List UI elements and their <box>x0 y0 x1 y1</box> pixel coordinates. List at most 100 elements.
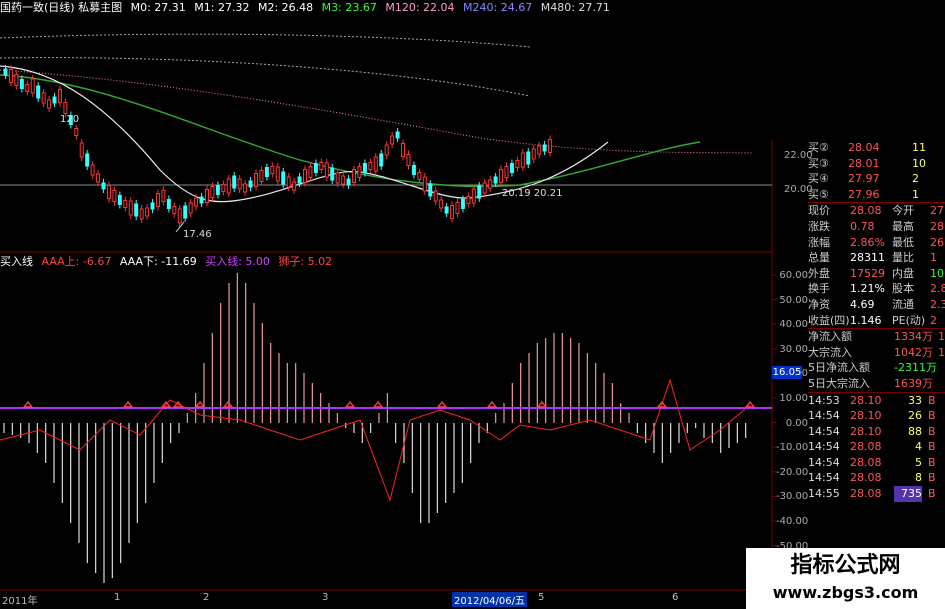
candle-body <box>450 205 455 219</box>
stat-label: 总量 <box>808 251 830 265</box>
indicator-title: 买入线 <box>0 255 33 268</box>
candle-body <box>428 183 433 197</box>
buy-signal-icon <box>194 400 206 408</box>
legend-m2: M2: 26.48 <box>257 1 314 14</box>
tick-side: B <box>928 487 936 501</box>
stat-row: 总量 28311 量比 1 <box>808 250 945 266</box>
flow-extra: 1 <box>938 330 945 344</box>
bid-row: 买④ 27.97 2 <box>808 171 945 187</box>
candle-body <box>74 128 79 136</box>
candle-body <box>199 196 204 204</box>
tick-time: 14:54 <box>808 440 840 454</box>
candle-body <box>106 185 111 199</box>
candle-body <box>194 197 199 207</box>
tick-side: B <box>928 440 936 454</box>
x-tick-2011: 2011年 <box>2 596 38 607</box>
bid-volume: 1 <box>912 187 919 201</box>
candle-body <box>172 206 177 214</box>
tick-time: 14:54 <box>808 424 840 438</box>
tick-row: 14:54 28.08 8 B <box>808 470 945 486</box>
buy-signal-icon <box>372 400 384 408</box>
candle-body <box>243 183 248 193</box>
m3-line <box>0 74 701 188</box>
bid-volume: 10 <box>912 156 926 170</box>
stat-label-2: PE(动) <box>892 313 926 327</box>
tick-side: B <box>928 393 936 407</box>
candle-body <box>47 99 52 109</box>
candle-body <box>63 102 68 114</box>
stat-label-2: 最高 <box>892 219 914 233</box>
indicator-header: 买入线 AAA上: -6.67 AAA下: -11.69 买入线: 5.00 狮… <box>0 254 337 270</box>
main-chart-header: 国药一致(日线) 私募主图 M0: 27.31 M1: 27.32 M2: 26… <box>0 0 615 16</box>
candle-body <box>286 176 291 188</box>
bid-volume: 2 <box>912 172 919 186</box>
flow-row: 5日净流入额 -2311万 <box>808 360 945 376</box>
x-tick-3: 3 <box>322 592 329 603</box>
candle-body <box>117 195 122 205</box>
candle-body <box>330 167 335 181</box>
tick-time: 14:54 <box>808 455 840 469</box>
stat-row: 外盘 17529 内盘 107 <box>808 266 945 282</box>
tick-side: B <box>928 471 936 485</box>
legend-m240: M240: 24.67 <box>463 1 533 14</box>
tick-row: 14:54 28.08 4 B <box>808 439 945 455</box>
bid-row: 买② 28.04 11 <box>808 140 945 156</box>
candle-body <box>417 172 422 180</box>
candle-body <box>96 173 101 183</box>
tick-side: B <box>928 409 936 423</box>
candle-body <box>188 202 193 214</box>
candle-body <box>237 178 242 190</box>
candle-body <box>30 78 35 94</box>
bid-price: 28.04 <box>848 141 880 154</box>
indicator-y-tick: 60.00 <box>779 270 808 281</box>
legend-lion: 狮子: 5.02 <box>278 255 333 268</box>
candle-body <box>477 185 482 199</box>
candle-body <box>79 142 84 158</box>
price-mid-label: 20.19 20.21 <box>502 188 563 199</box>
buy-signal-icon <box>486 400 498 408</box>
buy-signal-icon <box>744 400 756 408</box>
legend-aaa-down: AAA下: -11.69 <box>119 255 197 268</box>
candle-body <box>112 190 117 202</box>
indicator-y-tick: 30.00 <box>779 343 808 355</box>
stat-value: 1.21% <box>850 282 885 296</box>
candle-body <box>19 79 24 89</box>
tick-time: 14:54 <box>808 409 840 423</box>
flow-row: 净流入额 1334万 1 <box>808 329 945 345</box>
price-low-label: 17.46 <box>183 229 212 240</box>
stat-row: 换手 1.21% 股本 2.8 <box>808 281 945 297</box>
candle-body <box>357 166 362 178</box>
candle-body <box>166 199 171 209</box>
stat-row: 现价 28.08 今开 27 <box>808 203 945 219</box>
candle-body <box>313 163 318 173</box>
candle-body <box>422 176 427 192</box>
stat-label: 换手 <box>808 282 830 296</box>
candle-body <box>406 154 411 166</box>
candle-body <box>8 69 13 83</box>
flow-label: 5日大宗流入 <box>808 376 870 390</box>
stat-label: 外盘 <box>808 266 830 280</box>
candle-body <box>25 84 30 92</box>
candle-body <box>85 153 90 167</box>
bid-row: 买③ 28.01 10 <box>808 156 945 172</box>
buy-signal-icon <box>344 400 356 408</box>
candle-body <box>52 96 57 104</box>
buy-signal-icon <box>222 400 234 408</box>
stat-value-2: 28 <box>930 219 944 233</box>
tick-volume: 735 <box>894 486 922 502</box>
candle-body <box>232 175 237 189</box>
stat-value: 17529 <box>850 266 885 280</box>
candle-body <box>215 185 220 195</box>
buy-signal-icon <box>536 400 548 408</box>
legend-aaa-up: AAA上: -6.67 <box>41 255 112 268</box>
candle-body <box>155 193 160 207</box>
m480-line <box>0 33 531 48</box>
tick-row: 14:54 28.10 26 B <box>808 408 945 424</box>
candle-body <box>297 176 302 184</box>
candle-body <box>139 208 144 220</box>
stat-label-2: 量比 <box>892 251 914 265</box>
indicator-y-tick: -30.00 <box>776 491 809 503</box>
stat-label: 现价 <box>808 204 830 218</box>
candle-body <box>177 208 182 224</box>
legend-m3: M3: 23.67 <box>321 1 377 14</box>
